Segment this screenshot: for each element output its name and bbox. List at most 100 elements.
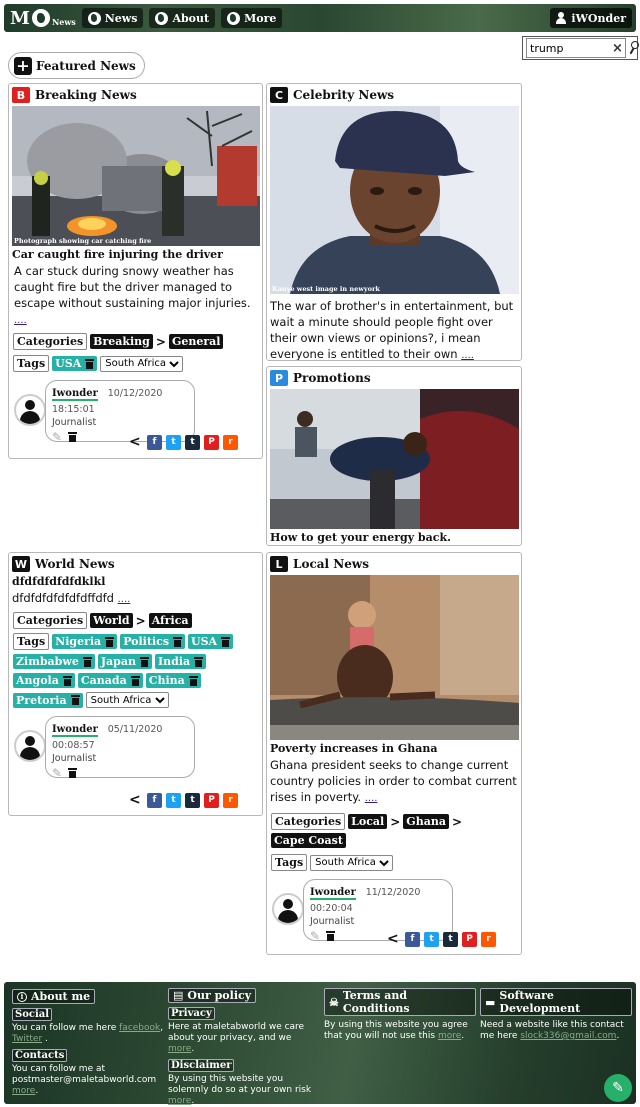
article-summary: dfdfdfdfdfdfdffdfd .... xyxy=(9,590,262,608)
terms-more-link[interactable]: more xyxy=(438,1031,461,1041)
reddit-icon[interactable]: r xyxy=(223,434,238,450)
top-navigation-bar: M News News About More iWOnder xyxy=(4,4,636,32)
tag-chip[interactable]: Nigeria xyxy=(52,634,118,649)
trash-icon[interactable] xyxy=(68,768,78,778)
tag-chip[interactable]: Angola xyxy=(13,673,75,688)
tag-select[interactable]: South Africa xyxy=(85,692,169,708)
trash-icon[interactable] xyxy=(62,675,72,686)
nav-about[interactable]: About xyxy=(149,8,216,28)
article-title[interactable]: Car caught fire injuring the driver xyxy=(9,246,262,263)
section-title[interactable]: Promotions xyxy=(293,371,371,385)
tag-chip[interactable]: USA xyxy=(188,634,234,649)
section-title[interactable]: Celebrity News xyxy=(293,88,394,102)
trash-icon[interactable] xyxy=(326,931,336,941)
article-image[interactable] xyxy=(270,389,519,529)
section-title[interactable]: World News xyxy=(35,557,115,571)
clear-search-icon[interactable]: × xyxy=(612,41,623,56)
tag-chip[interactable]: Canada xyxy=(77,673,143,688)
category-chip[interactable]: Local xyxy=(348,814,388,829)
category-chip[interactable]: World xyxy=(90,613,133,628)
email-link[interactable]: slock336@gmail.com xyxy=(520,1031,616,1041)
author-name[interactable]: Iwonder xyxy=(310,887,356,900)
author-name[interactable]: Iwonder xyxy=(52,724,98,737)
article-title[interactable]: Poverty increases in Ghana xyxy=(267,740,521,757)
twitter-icon[interactable]: t xyxy=(166,792,181,808)
privacy-more-link[interactable]: more xyxy=(168,1044,191,1054)
twitter-icon[interactable]: t xyxy=(424,931,439,947)
category-chip[interactable]: Africa xyxy=(148,613,192,628)
trash-icon[interactable] xyxy=(68,432,78,442)
tumblr-icon[interactable]: t xyxy=(185,434,200,450)
share-icon[interactable]: < xyxy=(129,434,143,450)
twitter-link[interactable]: Twitter xyxy=(12,1034,42,1044)
tumblr-icon[interactable]: t xyxy=(185,792,200,808)
article-image[interactable]: Kanye west image in newyork xyxy=(270,106,519,294)
tag-chip[interactable]: Pretoria xyxy=(13,692,83,708)
article-image[interactable] xyxy=(270,575,519,740)
reddit-icon[interactable]: r xyxy=(481,931,496,947)
tags-row: Tags South Africa xyxy=(267,854,521,871)
trash-icon[interactable] xyxy=(173,636,183,647)
read-more-link[interactable]: .... xyxy=(365,793,378,804)
category-chip[interactable]: Breaking xyxy=(90,334,153,349)
author-name[interactable]: Iwonder xyxy=(52,388,98,401)
read-more-link[interactable]: .... xyxy=(14,315,27,326)
contacts-more-link[interactable]: more xyxy=(12,1086,35,1096)
category-chip[interactable]: Ghana xyxy=(403,814,449,829)
tag-select[interactable]: South Africa xyxy=(100,355,184,372)
trash-icon[interactable] xyxy=(82,656,92,667)
trash-icon[interactable] xyxy=(105,636,115,647)
user-menu-button[interactable]: iWOnder xyxy=(550,8,632,28)
trash-icon[interactable] xyxy=(85,358,95,369)
tag-label: Politics xyxy=(123,635,170,648)
pinterest-icon[interactable]: P xyxy=(462,931,477,947)
featured-news-button[interactable]: + Featured News xyxy=(8,52,145,79)
tag-select[interactable]: South Africa xyxy=(310,854,394,871)
share-icon[interactable]: < xyxy=(387,931,401,947)
edit-icon[interactable]: ✎ xyxy=(310,929,320,943)
footer-software-title: Software Development xyxy=(499,989,581,1015)
trash-icon[interactable] xyxy=(188,675,198,686)
tag-chip[interactable]: Zimbabwe xyxy=(13,654,95,669)
article-image[interactable]: Photograph showing car catching fire xyxy=(12,106,260,246)
tag-chip[interactable]: China xyxy=(145,673,201,688)
tag-chip[interactable]: Japan xyxy=(97,654,152,669)
trash-icon[interactable] xyxy=(194,656,204,667)
edit-fab-button[interactable]: ✎ xyxy=(604,1074,632,1102)
site-logo[interactable]: M News xyxy=(10,8,76,29)
tumblr-icon[interactable]: t xyxy=(443,931,458,947)
tag-chip[interactable]: USA xyxy=(52,356,98,371)
reddit-icon[interactable]: r xyxy=(223,792,238,808)
tag-chip[interactable]: Politics xyxy=(120,634,186,649)
nav-news[interactable]: News xyxy=(81,8,144,28)
local-news-card: L Local News Poverty increases in Ghana … xyxy=(266,552,522,955)
search-input[interactable] xyxy=(526,38,626,58)
edit-icon[interactable]: ✎ xyxy=(52,766,62,780)
trash-icon[interactable] xyxy=(130,675,140,686)
read-more-link[interactable]: .... xyxy=(118,594,131,605)
facebook-icon[interactable]: f xyxy=(405,931,420,947)
facebook-icon[interactable]: f xyxy=(147,434,162,450)
nav-more[interactable]: More xyxy=(221,8,283,28)
category-chip[interactable]: General xyxy=(168,334,224,349)
trash-icon[interactable] xyxy=(139,656,149,667)
breaking-news-card: B Breaking News Photograph showing car c… xyxy=(8,83,263,459)
section-title[interactable]: Breaking News xyxy=(35,88,137,102)
tag-chip[interactable]: India xyxy=(154,654,207,669)
pinterest-icon[interactable]: P xyxy=(204,434,219,450)
section-title[interactable]: Local News xyxy=(293,557,369,571)
read-more-link[interactable]: .... xyxy=(461,350,474,360)
trash-icon[interactable] xyxy=(70,695,80,705)
twitter-icon[interactable]: t xyxy=(166,434,181,450)
category-chip[interactable]: Cape Coast xyxy=(271,833,346,848)
edit-icon[interactable]: ✎ xyxy=(52,430,62,444)
article-title[interactable]: dfdfdfdfdfdklkl xyxy=(9,575,262,590)
facebook-link[interactable]: facebook xyxy=(119,1023,160,1033)
search-icon[interactable] xyxy=(629,41,639,55)
trash-icon[interactable] xyxy=(221,636,231,647)
pinterest-icon[interactable]: P xyxy=(204,792,219,808)
share-icon[interactable]: < xyxy=(129,792,143,808)
facebook-icon[interactable]: f xyxy=(147,792,162,808)
article-title[interactable]: How to get your energy back. xyxy=(267,529,521,545)
disclaimer-more-link[interactable]: more xyxy=(168,1096,191,1106)
